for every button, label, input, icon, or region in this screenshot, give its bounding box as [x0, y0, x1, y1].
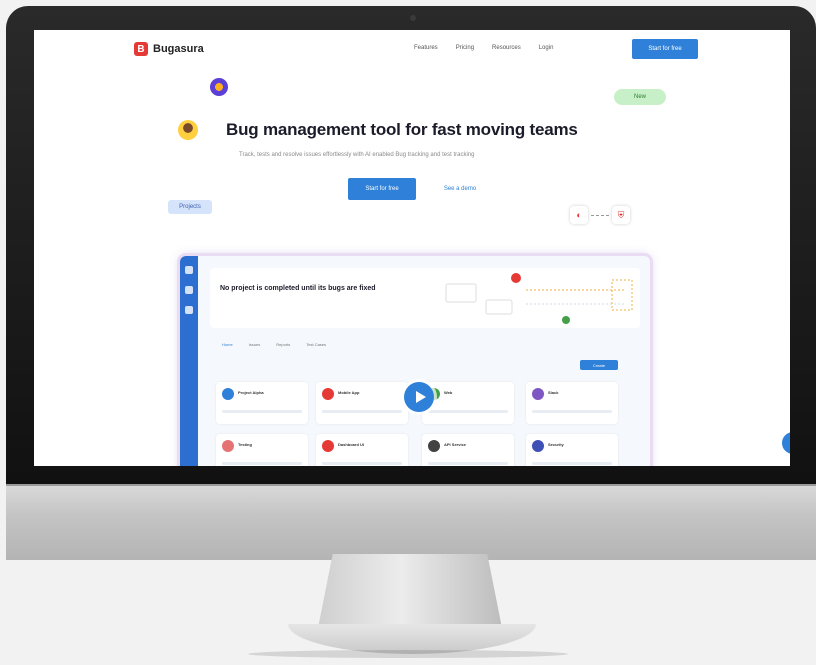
preview-tab-home[interactable]: Home — [222, 342, 233, 347]
logo-icon: B — [134, 42, 148, 56]
nav-link-login[interactable]: Login — [539, 45, 554, 51]
project-meta — [532, 462, 612, 465]
project-name: Mobile App — [338, 390, 360, 395]
hero-start-button[interactable]: Start for free — [348, 178, 416, 200]
project-name: Security — [548, 442, 564, 447]
project-name: Slack — [548, 390, 559, 395]
nav-cta-button[interactable]: Start for free — [632, 39, 698, 59]
flow-connector — [591, 214, 609, 216]
projects-badge: Projects — [168, 200, 212, 214]
project-icon — [222, 388, 234, 400]
preview-tab-issues[interactable]: Issues — [249, 342, 261, 347]
monitor-chin — [6, 484, 816, 560]
camera-dot — [410, 15, 416, 21]
nav-link-resources[interactable]: Resources — [492, 45, 521, 51]
project-name: Project Alpha — [238, 390, 264, 395]
project-card[interactable]: Testing — [216, 434, 308, 466]
site-nav: B Bugasura Features Pricing Resources Lo… — [34, 30, 790, 76]
stand-shadow — [248, 650, 568, 658]
project-name: Testing — [238, 442, 252, 447]
site-logo[interactable]: B Bugasura — [134, 42, 204, 56]
project-name: Web — [444, 390, 453, 395]
project-card[interactable]: Project Alpha — [216, 382, 308, 424]
hero-subtitle: Track, tests and resolve issues effortle… — [239, 152, 475, 158]
preview-create-button[interactable]: Create — [580, 360, 618, 370]
sidebar-icon — [185, 266, 193, 274]
app-preview[interactable]: No project is completed until its bugs a… — [180, 256, 650, 466]
project-meta — [322, 410, 402, 413]
monitor-stand-neck — [318, 554, 502, 628]
workflow-illustration — [445, 273, 633, 324]
preview-banner: No project is completed until its bugs a… — [210, 268, 640, 328]
chrome-icon: ◐ — [570, 206, 588, 224]
project-meta — [428, 410, 508, 413]
project-card[interactable]: Dashboard UI — [316, 434, 408, 466]
preview-tab-testcases[interactable]: Test Cases — [306, 342, 326, 347]
sidebar-icon — [185, 286, 193, 294]
project-meta — [532, 410, 612, 413]
project-icon — [532, 440, 544, 452]
project-name: API Service — [444, 442, 467, 447]
hero-demo-link[interactable]: See a demo — [426, 178, 494, 200]
preview-title: No project is completed until its bugs a… — [220, 285, 376, 292]
preview-tab-reports[interactable]: Reports — [276, 342, 290, 347]
project-card[interactable]: Security — [526, 434, 618, 466]
play-icon — [415, 391, 426, 403]
project-card[interactable]: API Service — [422, 434, 514, 466]
hero-title: Bug management tool for fast moving team… — [226, 120, 578, 139]
nav-links: Features Pricing Resources Login — [414, 45, 553, 51]
integration-flow: ◐ ⛨ — [570, 206, 630, 224]
project-meta — [428, 462, 508, 465]
preview-tabs: Home Issues Reports Test Cases — [222, 342, 326, 347]
preview-sidebar — [180, 256, 198, 466]
nav-link-features[interactable]: Features — [414, 45, 438, 51]
project-meta — [322, 462, 402, 465]
project-meta — [222, 462, 302, 465]
project-icon — [322, 388, 334, 400]
project-card[interactable]: Mobile App — [316, 382, 408, 424]
project-name: Dashboard UI — [338, 442, 365, 447]
project-meta — [222, 410, 302, 413]
chat-widget-button[interactable] — [782, 432, 790, 454]
project-card[interactable]: Slack — [526, 382, 618, 424]
project-icon — [222, 440, 234, 452]
nav-link-pricing[interactable]: Pricing — [456, 45, 474, 51]
shield-icon: ⛨ — [612, 206, 630, 224]
project-icon — [322, 440, 334, 452]
new-badge: New — [614, 89, 666, 105]
avatar-icon — [178, 120, 198, 140]
monitor-frame: B Bugasura Features Pricing Resources Lo… — [6, 6, 816, 560]
sidebar-icon — [185, 306, 193, 314]
project-card[interactable]: Web — [422, 382, 514, 424]
screen: B Bugasura Features Pricing Resources Lo… — [34, 30, 790, 466]
play-video-button[interactable] — [404, 382, 434, 412]
project-icon — [428, 440, 440, 452]
avatar-icon — [210, 78, 228, 96]
project-icon — [532, 388, 544, 400]
logo-text: Bugasura — [153, 43, 204, 55]
